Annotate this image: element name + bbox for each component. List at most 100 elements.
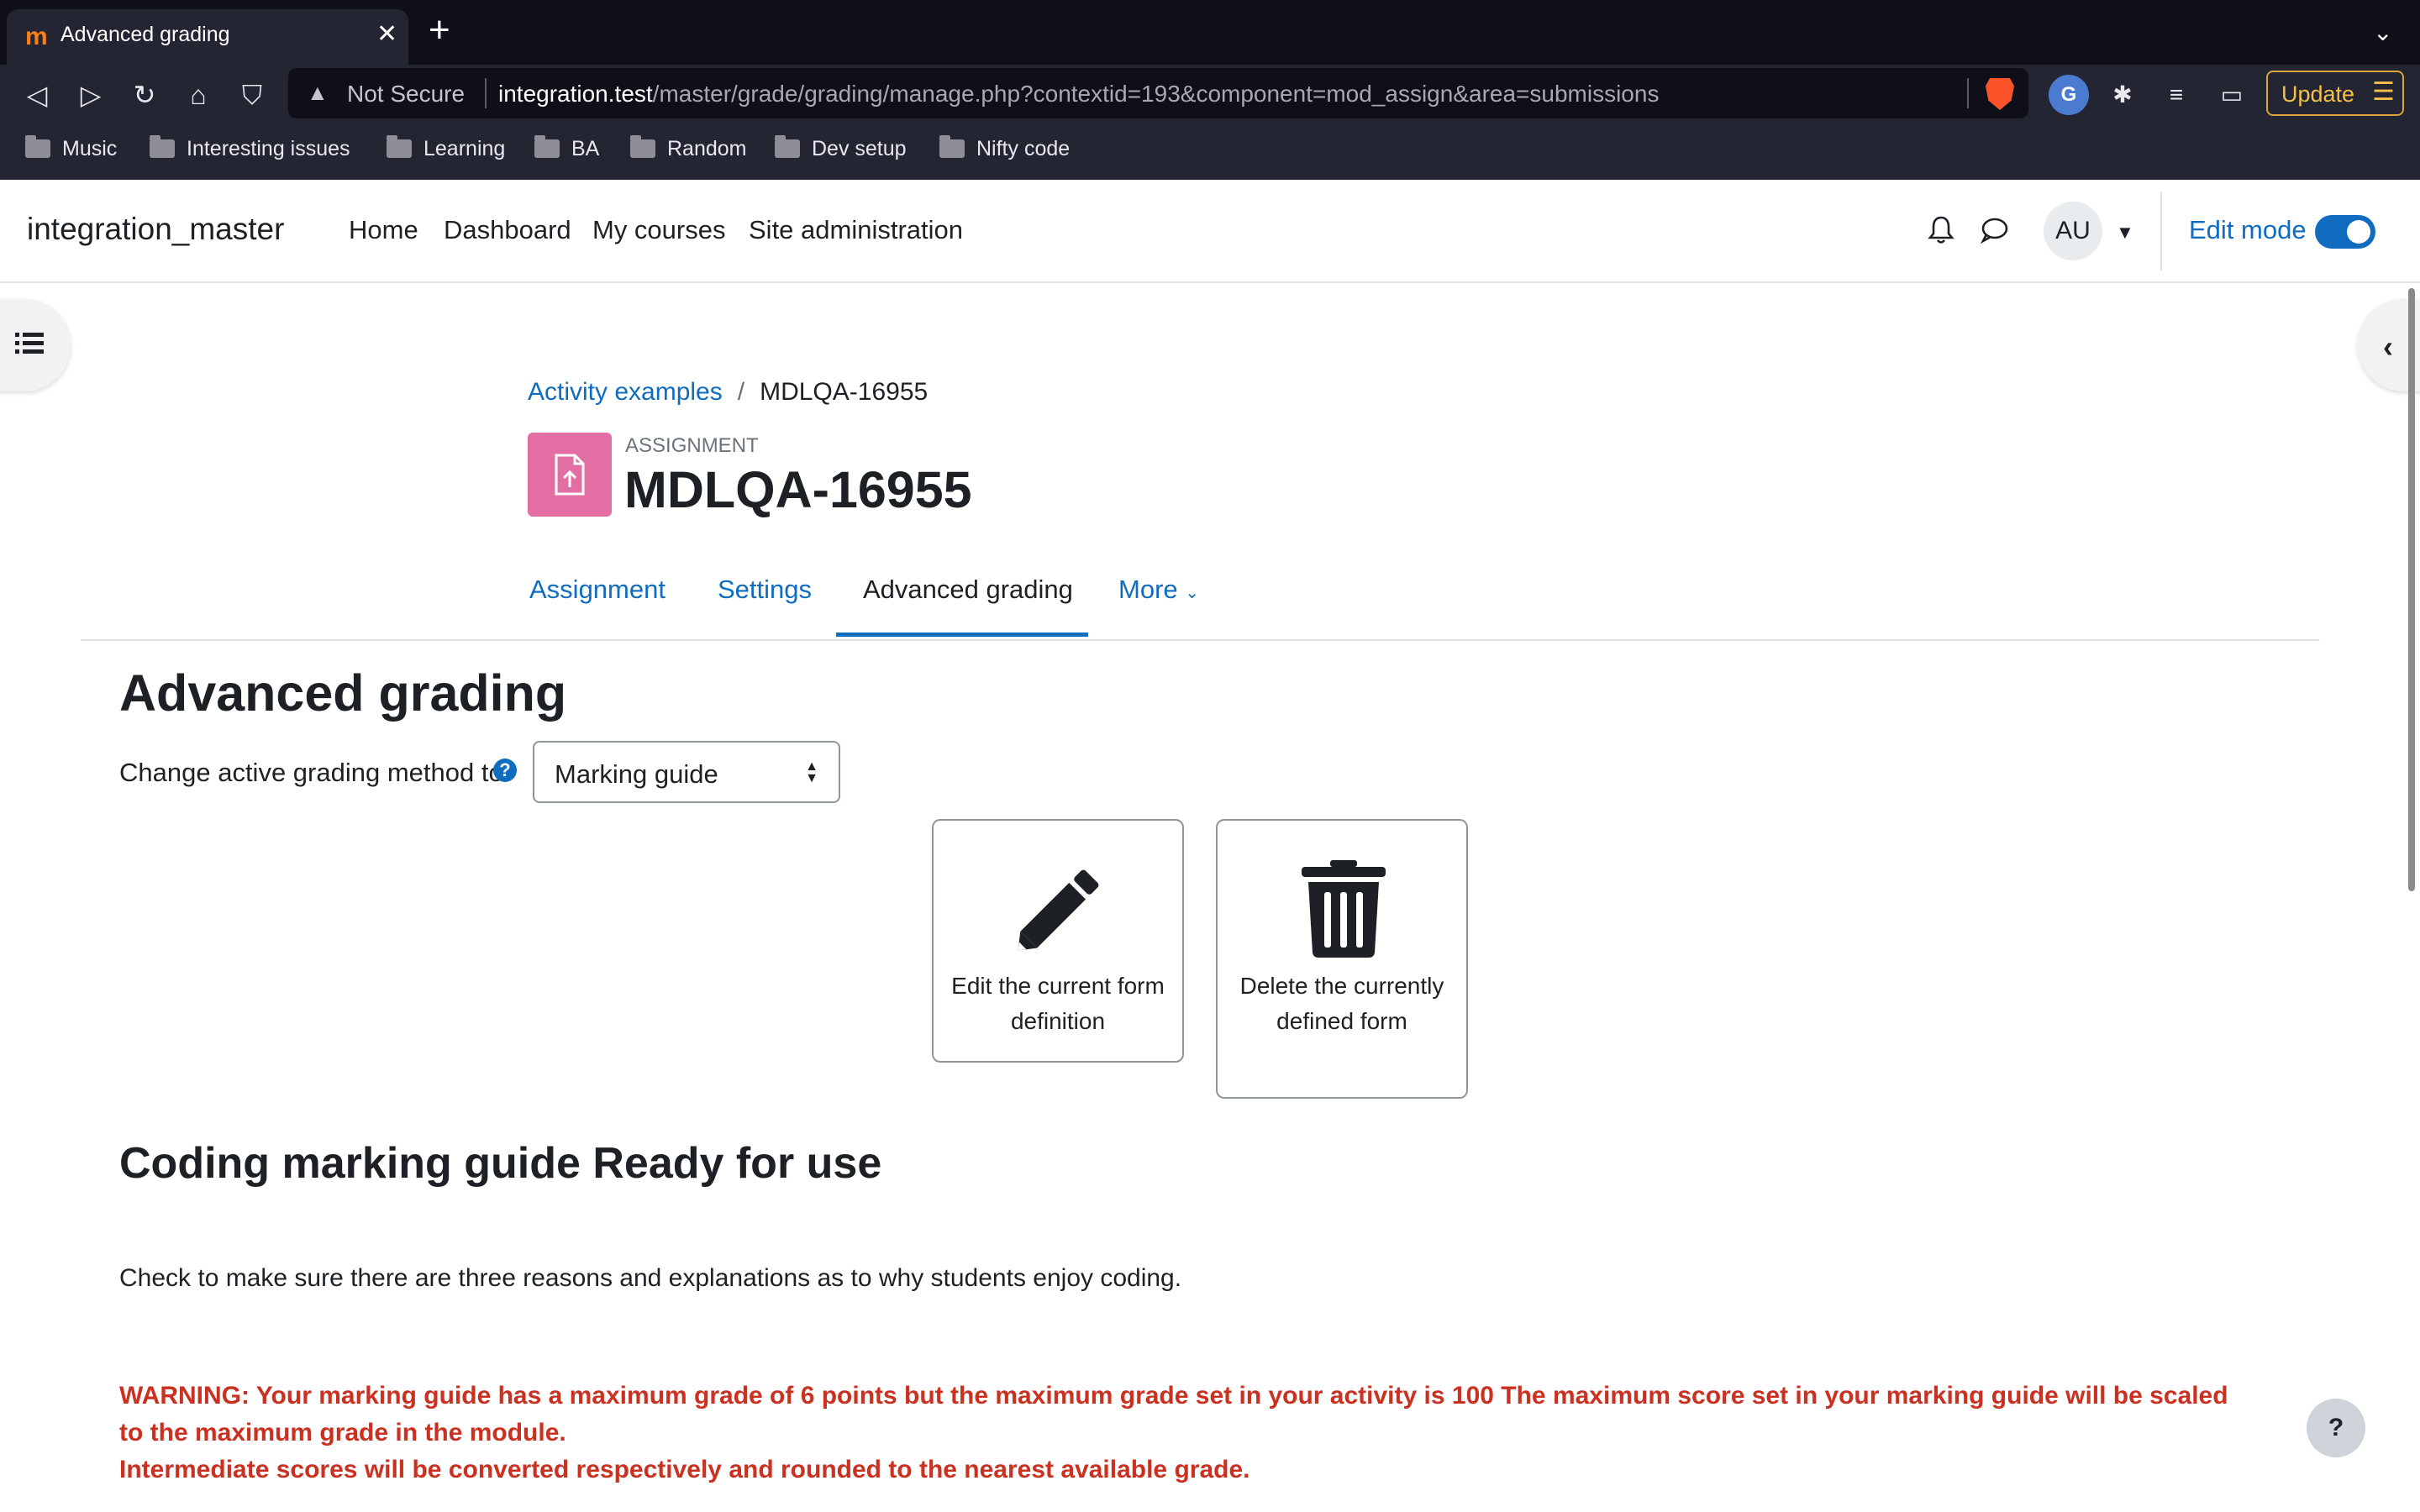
edit-form-definition-button[interactable]: Edit the current form definition: [932, 819, 1184, 1063]
bookmark-label: Music: [62, 137, 118, 160]
folder-icon: [939, 135, 965, 158]
bookmark-label: Interesting issues: [187, 137, 350, 160]
brave-shield-icon[interactable]: [1986, 78, 2014, 110]
nav-my-courses[interactable]: My courses: [592, 215, 725, 245]
folder-icon: [775, 135, 800, 158]
bell-icon[interactable]: [1928, 215, 1954, 245]
home-icon[interactable]: ⌂: [180, 76, 217, 113]
playlist-icon[interactable]: ≡: [2158, 76, 2195, 113]
url-text[interactable]: integration.test/master/grade/grading/ma…: [498, 81, 1659, 108]
folder-icon: [387, 135, 412, 158]
edit-mode-toggle[interactable]: [2315, 215, 2375, 249]
delete-form-button[interactable]: Delete the currently defined form: [1216, 819, 1468, 1099]
folder-icon: [25, 135, 50, 158]
navbar-divider: [2160, 192, 2162, 270]
tab-more[interactable]: More ⌄: [1118, 575, 1199, 605]
tab-close-icon[interactable]: ✕: [376, 19, 397, 49]
bookmark-folder-nifty-code[interactable]: Nifty code: [939, 135, 1071, 164]
breadcrumb-current: MDLQA-16955: [760, 378, 929, 406]
nav-site-administration[interactable]: Site administration: [749, 215, 963, 245]
folder-icon: [630, 135, 655, 158]
chat-bubble-icon[interactable]: [1980, 217, 2008, 244]
scrollbar-thumb[interactable]: [2408, 288, 2415, 891]
browser-toolbar: ◁ ▷ ↻ ⌂ ⛉ ▲ Not Secure integration.test/…: [0, 65, 2420, 123]
grading-method-value: Marking guide: [555, 759, 718, 789]
warning-line-2: Intermediate scores will be converted re…: [119, 1456, 1250, 1483]
tab-list-chevron-icon[interactable]: ⌄: [2373, 18, 2392, 46]
bookmark-folder-learning[interactable]: Learning: [387, 135, 506, 164]
help-question-icon[interactable]: ?: [493, 759, 517, 782]
chevron-down-icon: ⌄: [1185, 584, 1200, 602]
bookmark-label: BA: [571, 137, 600, 160]
browser-tab[interactable]: m Advanced grading ✕: [7, 9, 408, 65]
user-menu-chevron-icon[interactable]: ▼: [2116, 222, 2134, 244]
file-upload-icon: [555, 454, 585, 496]
list-icon: [15, 333, 44, 354]
grade-scaling-warning: WARNING: Your marking guide has a maximu…: [119, 1378, 2237, 1488]
bookmark-label: Dev setup: [812, 137, 907, 160]
site-name[interactable]: integration_master: [27, 212, 284, 247]
section-heading: Advanced grading: [119, 664, 567, 722]
bookmark-icon[interactable]: ⛉: [234, 76, 271, 113]
bookmark-folder-music[interactable]: Music: [25, 135, 118, 164]
tab-title: Advanced grading: [60, 23, 230, 46]
breadcrumb-parent-link[interactable]: Activity examples: [528, 378, 723, 406]
delete-form-label: Delete the currently defined form: [1239, 973, 1444, 1034]
site-navbar: integration_master Home Dashboard My cou…: [0, 180, 2420, 283]
warning-triangle-icon: ▲: [307, 80, 329, 105]
bookmark-folder-ba[interactable]: BA: [534, 135, 600, 164]
folder-icon: [534, 135, 560, 158]
tab-advanced-grading[interactable]: Advanced grading: [863, 575, 1073, 605]
bookmark-folder-interesting-issues[interactable]: Interesting issues: [150, 135, 350, 164]
bookmark-label: Nifty code: [976, 137, 1071, 160]
nav-dashboard[interactable]: Dashboard: [444, 215, 571, 245]
url-divider: [485, 78, 487, 108]
tab-assignment[interactable]: Assignment: [529, 575, 666, 605]
bookmark-label: Learning: [424, 137, 506, 160]
wallet-icon[interactable]: ▭: [2213, 76, 2250, 113]
toggle-knob: [2347, 220, 2370, 244]
select-arrows-icon: ▲ ▼: [805, 759, 818, 785]
page-title: MDLQA-16955: [624, 461, 972, 518]
bookmark-label: Random: [667, 137, 747, 160]
grading-method-label: Change active grading method to: [119, 758, 503, 787]
page-scrollbar[interactable]: [2405, 281, 2420, 1512]
address-bar[interactable]: ▲ Not Secure integration.test/master/gra…: [288, 68, 2028, 118]
back-icon[interactable]: ◁: [18, 76, 55, 113]
not-secure-label[interactable]: Not Secure: [347, 81, 465, 108]
active-tab-indicator: [836, 633, 1088, 637]
bookmark-folder-random[interactable]: Random: [630, 135, 747, 164]
reload-icon[interactable]: ↻: [126, 76, 163, 113]
open-course-index-button[interactable]: [0, 299, 71, 391]
forward-icon[interactable]: ▷: [72, 76, 109, 113]
marking-guide-heading: Coding marking guide Ready for use: [119, 1139, 882, 1188]
update-button[interactable]: Update ☰: [2266, 71, 2404, 116]
breadcrumb: Activity examples / MDLQA-16955: [528, 378, 928, 407]
pencil-icon: [1018, 869, 1099, 951]
grading-method-select[interactable]: Marking guide ▲ ▼: [533, 741, 840, 803]
help-floating-button[interactable]: ?: [2307, 1399, 2365, 1457]
folder-icon: [150, 135, 175, 158]
user-avatar[interactable]: AU: [2044, 202, 2102, 260]
assignment-icon: [528, 433, 612, 517]
warning-line-1: WARNING: Your marking guide has a maximu…: [119, 1382, 2228, 1446]
google-translate-icon[interactable]: G: [2049, 75, 2089, 115]
edit-mode-label[interactable]: Edit mode: [2189, 215, 2307, 245]
tab-settings[interactable]: Settings: [718, 575, 812, 605]
nav-home[interactable]: Home: [349, 215, 418, 245]
bookmarks-bar: Music Interesting issues Learning BA Ran…: [0, 123, 2420, 181]
bookmark-folder-dev-setup[interactable]: Dev setup: [775, 135, 907, 164]
update-label: Update: [2281, 81, 2355, 107]
url-host: integration.test: [498, 81, 653, 107]
new-tab-button[interactable]: +: [429, 12, 450, 49]
trash-icon: [1302, 860, 1386, 958]
marking-guide-description: Check to make sure there are three reaso…: [119, 1264, 1182, 1292]
activity-type-label: Assignment: [625, 434, 759, 457]
url-divider-right: [1967, 78, 1969, 108]
extensions-puzzle-icon[interactable]: ✱: [2104, 76, 2141, 113]
tab-more-label: More: [1118, 575, 1178, 604]
url-path: /master/grade/grading/manage.php?context…: [652, 81, 1660, 107]
chevron-left-icon: ‹: [2383, 329, 2393, 364]
secondary-navigation: Assignment Settings Advanced grading Mor…: [81, 554, 2319, 641]
browser-tab-bar: m Advanced grading ✕ + ⌄: [0, 0, 2420, 65]
